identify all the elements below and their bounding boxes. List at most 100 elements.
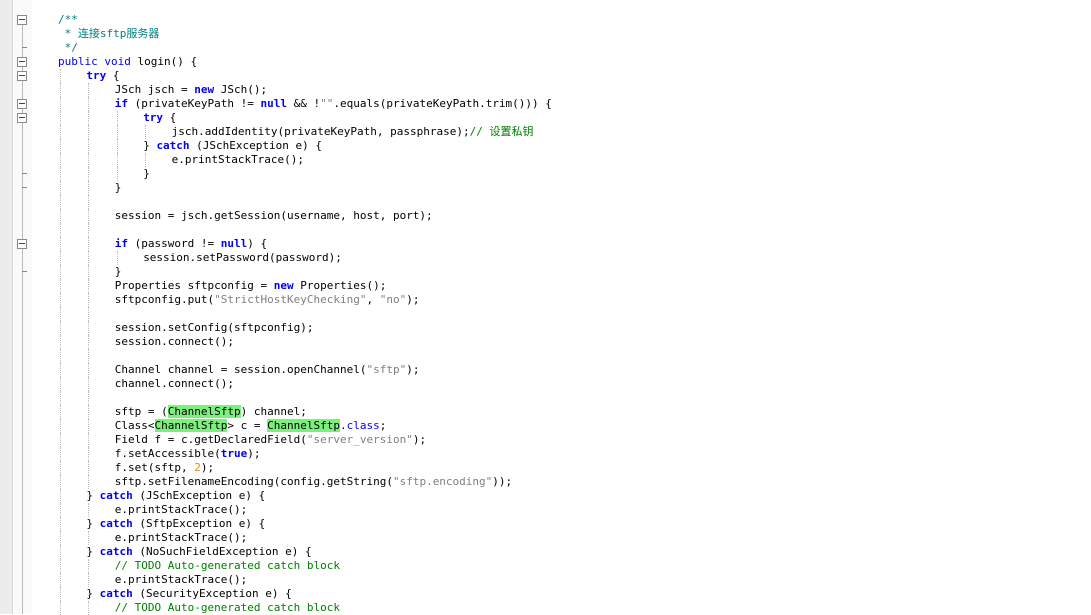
code-token: try: [86, 69, 107, 82]
code-line[interactable]: // TODO Auto-generated catch block: [0, 559, 1091, 573]
code-token: (SecurityException e) {: [132, 587, 292, 600]
code-line[interactable]: [0, 223, 1091, 237]
code-text: JSch jsch = new JSch();: [115, 83, 267, 97]
code-line[interactable]: } catch (JSchException e) {: [0, 139, 1091, 153]
indent-guide: [88, 83, 90, 97]
code-line[interactable]: sftp.setFilenameEncoding(config.getStrin…: [0, 475, 1091, 489]
code-token: ) {: [247, 237, 268, 250]
code-line[interactable]: session.connect();: [0, 335, 1091, 349]
code-line[interactable]: [0, 307, 1091, 321]
fold-collapse-icon[interactable]: [17, 71, 27, 81]
indent-guide: [60, 223, 61, 237]
indent-guide: [60, 531, 61, 545]
code-token: {: [163, 111, 177, 124]
code-line[interactable]: f.set(sftp, 2);: [0, 461, 1091, 475]
code-line[interactable]: if (password != null) {: [0, 237, 1091, 251]
code-line[interactable]: if (privateKeyPath != null && !"".equals…: [0, 97, 1091, 111]
indent-guide: [60, 391, 61, 405]
indent-guide: [60, 349, 61, 363]
code-line[interactable]: Class<ChannelSftp> c = ChannelSftp.class…: [0, 419, 1091, 433]
code-token: JSch();: [214, 83, 268, 96]
fold-collapse-icon[interactable]: [17, 99, 27, 109]
code-token: }: [143, 139, 157, 152]
code-text: e.printStackTrace();: [172, 153, 304, 167]
code-text: } catch (JSchException e) {: [143, 139, 322, 153]
code-line[interactable]: * 连接sftp服务器: [0, 27, 1091, 41]
code-token: sftpconfig.put(: [114, 293, 215, 306]
code-token: Field f = c.getDeclaredField(: [114, 433, 307, 446]
code-token: Class<: [114, 419, 155, 432]
code-line[interactable]: [0, 391, 1091, 405]
code-line[interactable]: public void login() {: [0, 55, 1091, 69]
code-token: 2: [194, 461, 201, 474]
code-token: catch: [99, 545, 133, 558]
code-token: null: [260, 97, 288, 110]
code-line[interactable]: Properties sftpconfig = new Properties()…: [0, 279, 1091, 293]
highlighted-token: ChannelSftp: [267, 419, 341, 432]
indent-guide: [88, 195, 90, 209]
code-token: Properties sftpconfig =: [114, 279, 274, 292]
indent-guide: [88, 237, 90, 251]
indent-guide: [60, 167, 61, 181]
code-line[interactable]: [0, 195, 1091, 209]
code-line[interactable]: try {: [0, 111, 1091, 125]
code-token: void: [104, 55, 131, 68]
code-editor[interactable]: /** * 连接sftp服务器 */public void login() {t…: [0, 0, 1091, 615]
indent-guide: [60, 447, 61, 461]
code-line[interactable]: e.printStackTrace();: [0, 531, 1091, 545]
indent-guide: [60, 69, 61, 83]
indent-guide: [88, 363, 90, 377]
indent-guide: [60, 125, 61, 139]
code-line[interactable]: }: [0, 167, 1091, 181]
code-line[interactable]: [0, 349, 1091, 363]
code-token: "sftp.encoding": [392, 475, 493, 488]
code-line[interactable]: try {: [0, 69, 1091, 83]
code-line[interactable]: }: [0, 265, 1091, 279]
code-text: session.setConfig(sftpconfig);: [115, 321, 314, 335]
code-line[interactable]: session.setPassword(password);: [0, 251, 1091, 265]
code-text: session.setPassword(password);: [143, 251, 342, 265]
indent-guide: [145, 153, 147, 167]
code-line[interactable]: Channel channel = session.openChannel("s…: [0, 363, 1091, 377]
code-line[interactable]: } catch (NoSuchFieldException e) {: [0, 545, 1091, 559]
code-token: );: [200, 461, 215, 474]
code-line[interactable]: session.setConfig(sftpconfig);: [0, 321, 1091, 335]
code-line[interactable]: Field f = c.getDeclaredField("server_ver…: [0, 433, 1091, 447]
code-text: }: [115, 181, 122, 195]
fold-collapse-icon[interactable]: [17, 57, 27, 67]
fold-collapse-icon[interactable]: [17, 113, 27, 123]
indent-guide: [60, 545, 61, 559]
code-line[interactable]: JSch jsch = new JSch();: [0, 83, 1091, 97]
code-line[interactable]: jsch.addIdentity(privateKeyPath, passphr…: [0, 125, 1091, 139]
code-line[interactable]: } catch (SecurityException e) {: [0, 587, 1091, 601]
code-token: session.setPassword(password);: [143, 251, 342, 264]
fold-collapse-icon[interactable]: [17, 239, 27, 249]
code-line[interactable]: session = jsch.getSession(username, host…: [0, 209, 1091, 223]
code-line[interactable]: }: [0, 181, 1091, 195]
code-line[interactable]: e.printStackTrace();: [0, 153, 1091, 167]
code-token: e.printStackTrace();: [114, 573, 248, 586]
code-line[interactable]: f.setAccessible(true);: [0, 447, 1091, 461]
code-token: catch: [99, 587, 133, 600]
indent-guide: [88, 531, 90, 545]
fold-collapse-icon[interactable]: [17, 15, 27, 25]
code-token: new: [194, 83, 215, 96]
code-line[interactable]: sftp = (ChannelSftp) channel;: [0, 405, 1091, 419]
code-token: }: [114, 265, 122, 278]
indent-guide: [60, 153, 61, 167]
code-line[interactable]: // TODO Auto-generated catch block: [0, 601, 1091, 615]
code-text: }: [115, 265, 122, 279]
code-token: session.connect();: [114, 335, 235, 348]
code-line[interactable]: /**: [0, 13, 1091, 27]
code-line[interactable]: e.printStackTrace();: [0, 573, 1091, 587]
indent-guide: [88, 97, 90, 111]
code-token: }: [143, 167, 150, 180]
code-text: } catch (SecurityException e) {: [86, 587, 291, 601]
code-line[interactable]: } catch (JSchException e) {: [0, 489, 1091, 503]
code-line[interactable]: */: [0, 41, 1091, 55]
code-line[interactable]: channel.connect();: [0, 377, 1091, 391]
code-line[interactable]: } catch (SftpException e) {: [0, 517, 1091, 531]
code-text: session.connect();: [115, 335, 234, 349]
code-line[interactable]: sftpconfig.put("StrictHostKeyChecking", …: [0, 293, 1091, 307]
code-line[interactable]: e.printStackTrace();: [0, 503, 1091, 517]
